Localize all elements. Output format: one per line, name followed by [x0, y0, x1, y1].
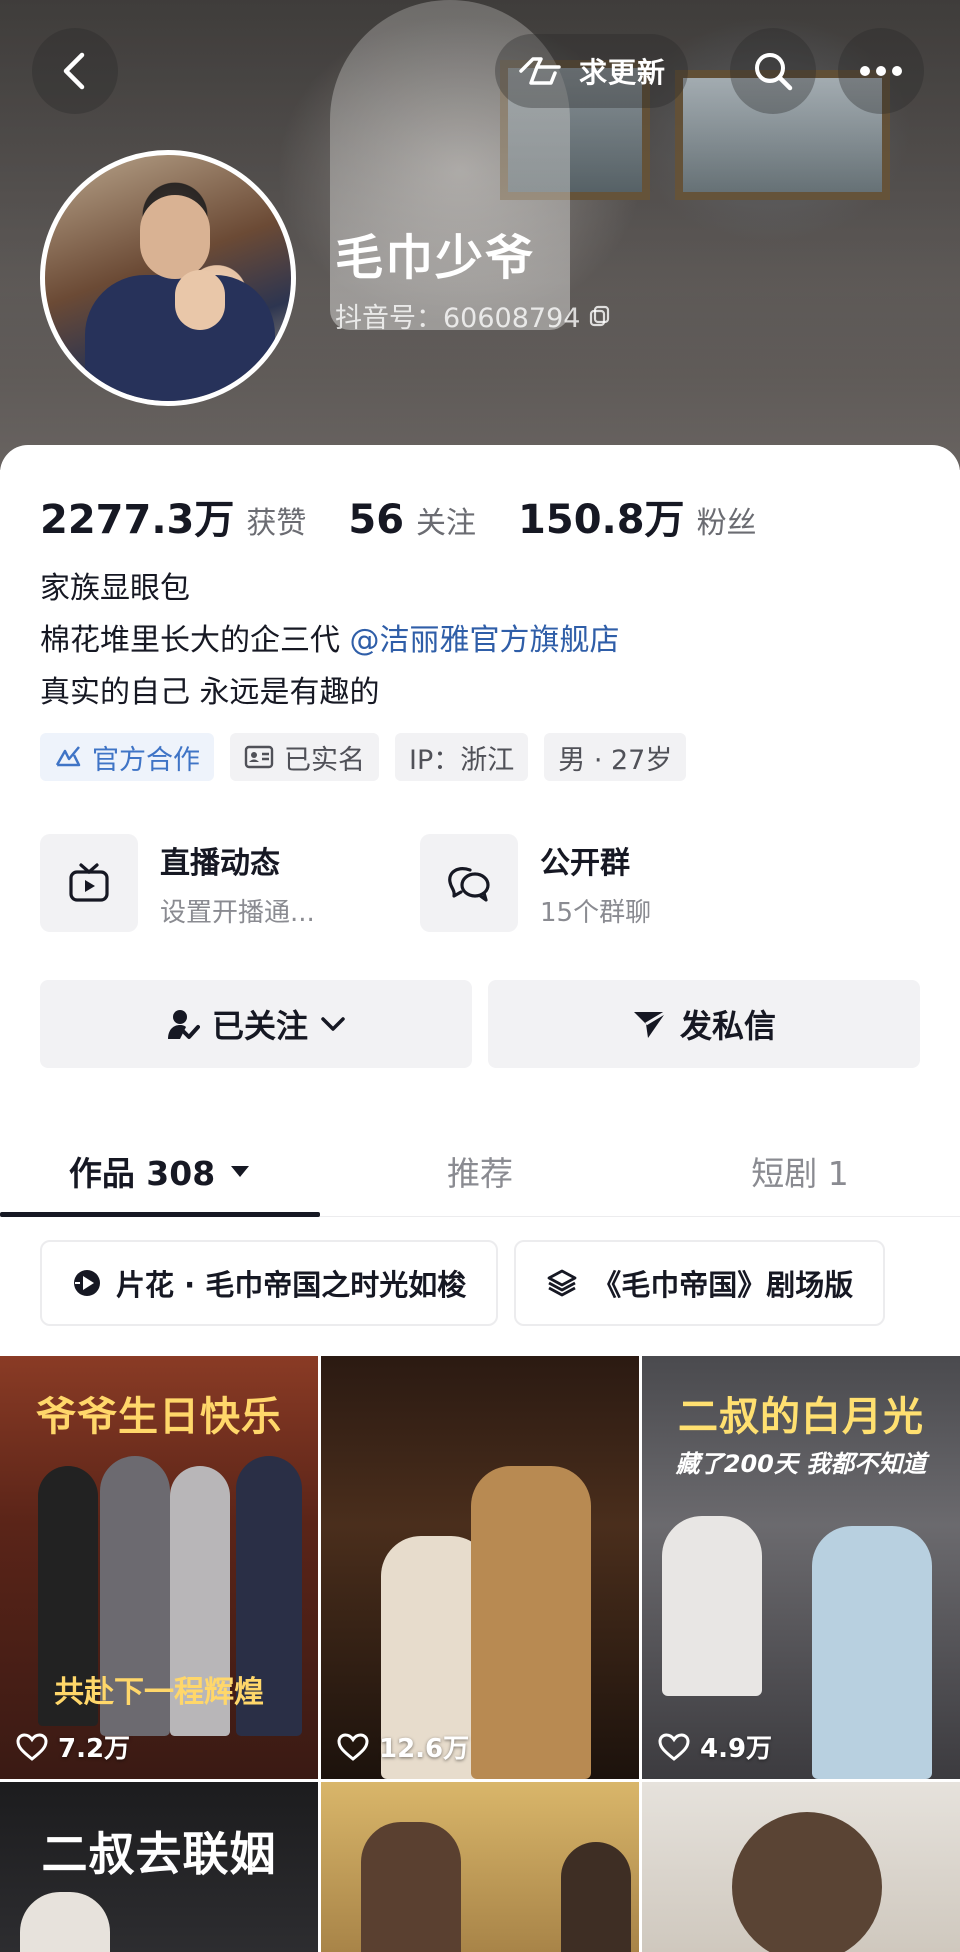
service-subtitle: 设置开播通...: [160, 897, 315, 928]
user-check-icon: [167, 1010, 200, 1039]
tab-works[interactable]: 作品 308: [0, 1125, 320, 1217]
tab-short-drama[interactable]: 短剧 1: [640, 1125, 960, 1217]
avatar[interactable]: [40, 150, 296, 406]
following-label: 已关注: [211, 1007, 308, 1045]
video-thumbnail[interactable]: 爷爷生日快乐 共赴下一程辉煌 7.2万: [0, 1356, 318, 1779]
tag-label: IP：浙江: [409, 744, 515, 776]
id-card-icon: [244, 745, 274, 769]
mention-link[interactable]: @洁丽雅官方旗舰店: [350, 623, 620, 658]
tv-icon: [69, 863, 109, 902]
tab-label: 短剧 1: [751, 1154, 849, 1193]
stat-label: 获赞: [246, 506, 307, 541]
stat-value: 56: [348, 497, 405, 543]
heart-icon: [658, 1732, 690, 1761]
send-message-button[interactable]: 发私信: [488, 980, 920, 1068]
tag-label: 官方合作: [92, 744, 200, 776]
heart-icon: [16, 1732, 48, 1761]
video-caption: 爷爷生日快乐: [36, 1393, 282, 1440]
poke-hand-icon: [519, 57, 561, 85]
bio: 家族显眼包 棉花堆里长大的企三代 @洁丽雅官方旗舰店 真实的自己 永远是有趣的: [40, 563, 620, 719]
tag-verified[interactable]: 已实名: [230, 733, 379, 781]
heart-icon: [337, 1732, 369, 1761]
tag-gender-age: 男 · 27岁: [544, 733, 687, 781]
back-arrow-icon: [63, 52, 85, 90]
copy-icon[interactable]: [588, 304, 612, 328]
services-row: 直播动态 设置开播通... 公开群 15个群聊: [40, 833, 920, 933]
collection-chip[interactable]: 《毛巾帝国》剧场版: [514, 1240, 886, 1326]
bio-line: 真实的自己 永远是有趣的: [40, 675, 380, 710]
tab-label: 推荐: [447, 1154, 513, 1193]
service-title: 直播动态: [160, 845, 280, 881]
video-likes: 4.9万: [658, 1728, 772, 1765]
tab-recommend[interactable]: 推荐: [320, 1125, 640, 1217]
video-thumbnail[interactable]: [321, 1782, 639, 1952]
group-chat-icon: [448, 867, 490, 902]
douyin-id: 抖音号：60608794: [335, 303, 581, 334]
stat-likes[interactable]: 2277.3万 获赞: [40, 487, 306, 545]
douyin-id-row[interactable]: 抖音号：60608794: [335, 296, 612, 335]
following-button[interactable]: 已关注: [40, 980, 472, 1068]
stat-label: 关注: [416, 506, 477, 541]
tag-row: 官方合作 已实名 IP：浙江 男 · 27岁: [40, 733, 687, 781]
search-button[interactable]: [730, 28, 816, 114]
stat-label: 粉丝: [696, 506, 757, 541]
back-button[interactable]: [32, 28, 118, 114]
likes-count: 4.9万: [700, 1734, 773, 1764]
likes-count: 12.6万: [379, 1734, 470, 1764]
triangle-down-icon: [231, 1166, 250, 1177]
tag-label: 男 · 27岁: [558, 744, 673, 776]
stats-row: 2277.3万 获赞 56 关注 150.8万 粉丝: [40, 487, 799, 545]
collection-chip[interactable]: 片花 · 毛巾帝国之时光如梭: [40, 1240, 499, 1326]
tag-label: 已实名: [284, 744, 365, 776]
action-buttons: 已关注 发私信: [40, 980, 920, 1068]
collection-chips: 片花 · 毛巾帝国之时光如梭 《毛巾帝国》剧场版: [40, 1240, 886, 1326]
stat-followers[interactable]: 150.8万 粉丝: [518, 487, 757, 545]
layers-icon: [547, 1269, 577, 1297]
video-thumbnail[interactable]: [642, 1782, 960, 1952]
stat-value: 2277.3万: [40, 497, 235, 543]
collection-label: 《毛巾帝国》剧场版: [592, 1268, 854, 1302]
bio-line: 棉花堆里长大的企三代 @洁丽雅官方旗舰店: [40, 615, 620, 667]
send-message-label: 发私信: [679, 1007, 776, 1045]
search-icon: [755, 53, 793, 91]
video-thumbnail[interactable]: 二叔去联姻: [0, 1782, 318, 1952]
play-collection-icon: [74, 1270, 100, 1296]
request-update-label: 求更新: [579, 56, 667, 89]
video-thumbnail[interactable]: 12.6万: [321, 1356, 639, 1779]
chevron-down-icon: [321, 1017, 345, 1031]
likes-count: 7.2万: [58, 1734, 131, 1764]
request-update-button[interactable]: 求更新: [495, 34, 689, 108]
more-dots-icon: [860, 66, 902, 76]
active-tab-indicator: [0, 1212, 320, 1217]
video-thumbnail[interactable]: 二叔的白月光 藏了200天 我都不知道 4.9万: [642, 1356, 960, 1779]
service-group[interactable]: 公开群 15个群聊: [420, 833, 800, 933]
bio-text: 棉花堆里长大的企三代: [40, 623, 350, 658]
bio-line: 家族显眼包: [40, 571, 190, 606]
more-options-button[interactable]: [838, 28, 924, 114]
collection-label: 片花 · 毛巾帝国之时光如梭: [116, 1268, 467, 1302]
tab-label: 作品 308: [68, 1154, 216, 1193]
profile-name: 毛巾少爷: [335, 230, 536, 286]
service-live[interactable]: 直播动态 设置开播通...: [40, 833, 420, 933]
stat-following[interactable]: 56 关注: [348, 497, 476, 543]
official-cooperation-icon: [55, 746, 81, 767]
service-title: 公开群: [540, 845, 630, 881]
profile-panel: 2277.3万 获赞 56 关注 150.8万 粉丝 家族显眼包 棉花堆里长大的…: [0, 445, 960, 1952]
service-subtitle: 15个群聊: [540, 897, 652, 928]
tag-ip: IP：浙江: [395, 733, 529, 781]
top-bar: 求更新: [0, 28, 960, 118]
paper-plane-icon: [633, 1010, 667, 1038]
video-caption: 二叔去联姻: [41, 1827, 277, 1881]
video-likes: 7.2万: [16, 1728, 130, 1765]
video-subcaption: 藏了200天 我都不知道: [675, 1450, 927, 1478]
video-caption: 二叔的白月光: [678, 1393, 924, 1440]
tag-official-cooperation[interactable]: 官方合作: [40, 733, 214, 781]
stat-value: 150.8万: [518, 497, 685, 543]
video-likes: 12.6万: [337, 1728, 469, 1765]
content-tabs: 作品 308 推荐 短剧 1: [0, 1125, 960, 1217]
